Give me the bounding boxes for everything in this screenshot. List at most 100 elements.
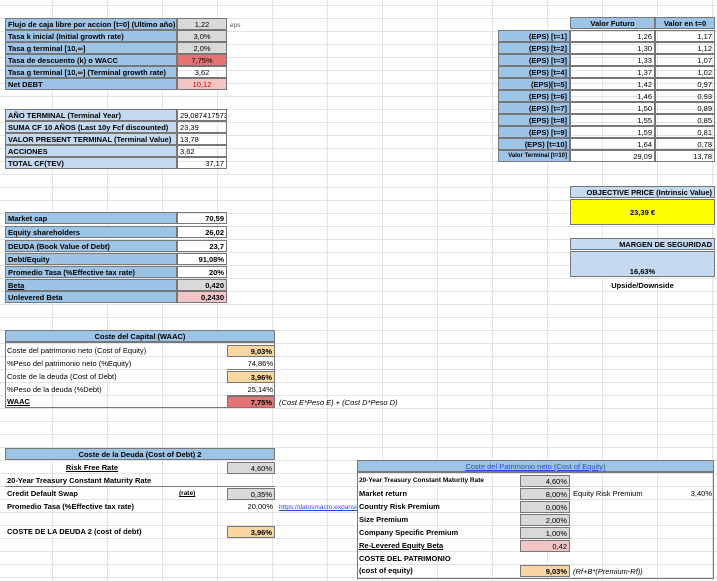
market-cap-label: Market cap	[5, 212, 177, 224]
eps-row-t0[interactable]: 1,07	[655, 54, 715, 66]
fcf-value[interactable]: 1,22	[177, 18, 227, 30]
initial-growth-value[interactable]: 3,0%	[177, 30, 227, 42]
debt-weight-value[interactable]: 25,14%	[227, 384, 275, 396]
eps-row-future[interactable]: 1,26	[570, 30, 655, 42]
discount-rate-value[interactable]: 7,75%	[177, 54, 227, 66]
shares-label: ACCIONES	[5, 145, 177, 157]
cost-of-equity-label: Coste del patrimonio neto (Cost of Equit…	[7, 346, 147, 355]
equity-frame	[357, 472, 714, 579]
initial-growth-label: Tasa k inicial (Initial growth rate)	[5, 30, 177, 42]
cost-of-debt-value[interactable]: 3,96%	[227, 371, 275, 383]
eps-row-label: (EPS) [t=8]	[498, 114, 570, 126]
risk-free-value[interactable]: 4,60%	[227, 462, 275, 474]
debt-tax-label: Promedio Tasa (%Effective tax rate)	[7, 502, 134, 511]
eps-row-future[interactable]: 1,59	[570, 126, 655, 138]
cost-of-debt-2-label: COSTE DE LA DEUDA 2 (cost of debt)	[7, 527, 142, 536]
debt-equity-value[interactable]: 91,08%	[177, 253, 227, 265]
eps-row-t0[interactable]: 1,02	[655, 66, 715, 78]
equity-shareholders-label: Equity shareholders	[5, 226, 177, 238]
eps-row-future[interactable]: 1,55	[570, 114, 655, 126]
book-debt-value[interactable]: 23,7	[177, 240, 227, 252]
cds-note: (rate)	[179, 490, 196, 497]
equity-shareholders-value[interactable]: 26,02	[177, 226, 227, 238]
debt-equity-label: Debt/Equity	[5, 253, 177, 265]
eps-row-t0[interactable]: 0,89	[655, 102, 715, 114]
wacc-label: WAAC	[7, 397, 30, 406]
terminal-g-label: Tasa g terminal [10,∞]	[5, 42, 177, 54]
unlevered-beta-label: Unlevered Beta	[5, 291, 177, 303]
eps-row-label: (EPS) [t=3]	[498, 54, 570, 66]
margin-value[interactable]: 16,63%	[570, 251, 715, 277]
sum-cf-label: SUMA CF 10 AÑOS (Last 10y Fcf discounted…	[5, 121, 177, 133]
terminal-value-row-future[interactable]: 29,09	[570, 150, 655, 162]
eps-row-t0[interactable]: 0,97	[655, 78, 715, 90]
eps-row-t0[interactable]: 0,81	[655, 126, 715, 138]
fcf-label: Flujo de caja libre por accion [t=0] (Ul…	[5, 18, 177, 30]
cds-value[interactable]: 0,35%	[227, 488, 275, 500]
shares-value[interactable]: 3,62	[177, 145, 227, 157]
eps-row-t0[interactable]: 1,17	[655, 30, 715, 42]
eps-row-future[interactable]: 1,30	[570, 42, 655, 54]
cost-of-debt-label: Coste de la deuda (Cost of Debt)	[7, 372, 117, 381]
margin-label: MARGEN DE SEGURIDAD	[570, 238, 715, 250]
upside-downside-note: Upside/Downside	[611, 281, 674, 290]
cost-of-equity-value[interactable]: 9,03%	[227, 345, 275, 357]
equity-weight-value[interactable]: 74,86%	[227, 358, 275, 370]
net-debt-value[interactable]: 10,12	[177, 78, 227, 90]
beta-value[interactable]: 0,420	[177, 279, 227, 291]
terminal-g-value[interactable]: 2,0%	[177, 42, 227, 54]
eps-row-t0[interactable]: 0,85	[655, 114, 715, 126]
effective-tax-label: Promedio Tasa (%Effective tax rate)	[5, 266, 177, 278]
net-debt-label: Net DEBT	[5, 78, 177, 90]
cds-label: Credit Default Swap	[7, 489, 78, 498]
discount-rate-label: Tasa de descuento (k) o WACC	[5, 54, 177, 66]
terminal-value-label: VALOR PRESENT TERMINAL (Terminal Value)	[5, 133, 177, 145]
total-cf-label: TOTAL CF(TEV)	[5, 157, 177, 169]
terminal-year-label: AÑO TERMINAL (Terminal Year)	[5, 109, 177, 121]
unlevered-beta-value[interactable]: 0,2430	[177, 291, 227, 303]
eps-row-future[interactable]: 1,50	[570, 102, 655, 114]
eps-row-future[interactable]: 1,64	[570, 138, 655, 150]
objective-price-label: OBJECTIVE PRICE (Intrinsic Value)	[570, 186, 715, 198]
eps-row-t0[interactable]: 1,12	[655, 42, 715, 54]
eps-row-label: (EPS) [t=10]	[498, 138, 570, 150]
terminal-value-value[interactable]: 13,78	[177, 133, 227, 145]
risk-free-label: Risk Free Rate	[65, 463, 118, 472]
wacc-formula: (Cost E*Peso E) + (Cost D*Peso D)	[279, 398, 398, 407]
market-cap-value[interactable]: 70,59	[177, 212, 227, 224]
book-debt-label: DEUDA (Book Value of Debt)	[5, 240, 177, 252]
sum-cf-value[interactable]: 23,39	[177, 121, 227, 133]
equity-block-title[interactable]: Coste del Patrimonio neto (Cost of Equit…	[357, 460, 714, 472]
header-value-t0: Valor en t=0	[655, 17, 715, 29]
objective-price-value[interactable]: 23,39 €	[570, 199, 715, 225]
treasury-label: 20-Year Treasury Constant Maturity Rate	[5, 475, 275, 487]
eps-row-label: (EPS) [t=1]	[498, 30, 570, 42]
cost-of-debt-2-value[interactable]: 3,96%	[227, 526, 275, 538]
eps-row-label: (EPS) [t=7]	[498, 102, 570, 114]
wacc-title: Coste del Capital (WAAC)	[5, 330, 275, 342]
eps-row-label: (EPS) [t=4]	[498, 66, 570, 78]
datosmacro-link[interactable]: https://datosmacro.expansion.com	[277, 502, 357, 514]
terminal-growth-rate-label: Tasa g terminal [10,∞] (Terminal growth …	[5, 66, 177, 78]
fcf-unit: eps	[230, 22, 241, 29]
wacc-value[interactable]: 7,75%	[227, 396, 275, 408]
debt-tax-value[interactable]: 20,00%	[227, 501, 275, 513]
terminal-value-row-t0[interactable]: 13,78	[655, 150, 715, 162]
header-future-value: Valor Futuro	[570, 17, 655, 29]
effective-tax-value[interactable]: 20%	[177, 266, 227, 278]
eps-row-future[interactable]: 1,42	[570, 78, 655, 90]
eps-row-label: (EPS) [t=9]	[498, 126, 570, 138]
eps-row-future[interactable]: 1,33	[570, 54, 655, 66]
terminal-value-row-label: Valor Terminal [t=10]	[498, 150, 570, 162]
eps-row-t0[interactable]: 0,93	[655, 90, 715, 102]
eps-row-future[interactable]: 1,46	[570, 90, 655, 102]
equity-weight-label: %Peso del patrimonio neto (%Equity)	[7, 359, 132, 368]
terminal-growth-rate-value[interactable]: 3,62	[177, 66, 227, 78]
eps-row-future[interactable]: 1,37	[570, 66, 655, 78]
total-cf-value[interactable]: 37,17	[177, 157, 227, 169]
debt-block-title: Coste de la Deuda (Cost of Debt) 2	[5, 448, 275, 460]
eps-row-label: (EPS) [t=6]	[498, 90, 570, 102]
terminal-year-value[interactable]: 29,087417573	[177, 109, 227, 121]
eps-row-label: (EPS) [t=2]	[498, 42, 570, 54]
eps-row-t0[interactable]: 0,78	[655, 138, 715, 150]
